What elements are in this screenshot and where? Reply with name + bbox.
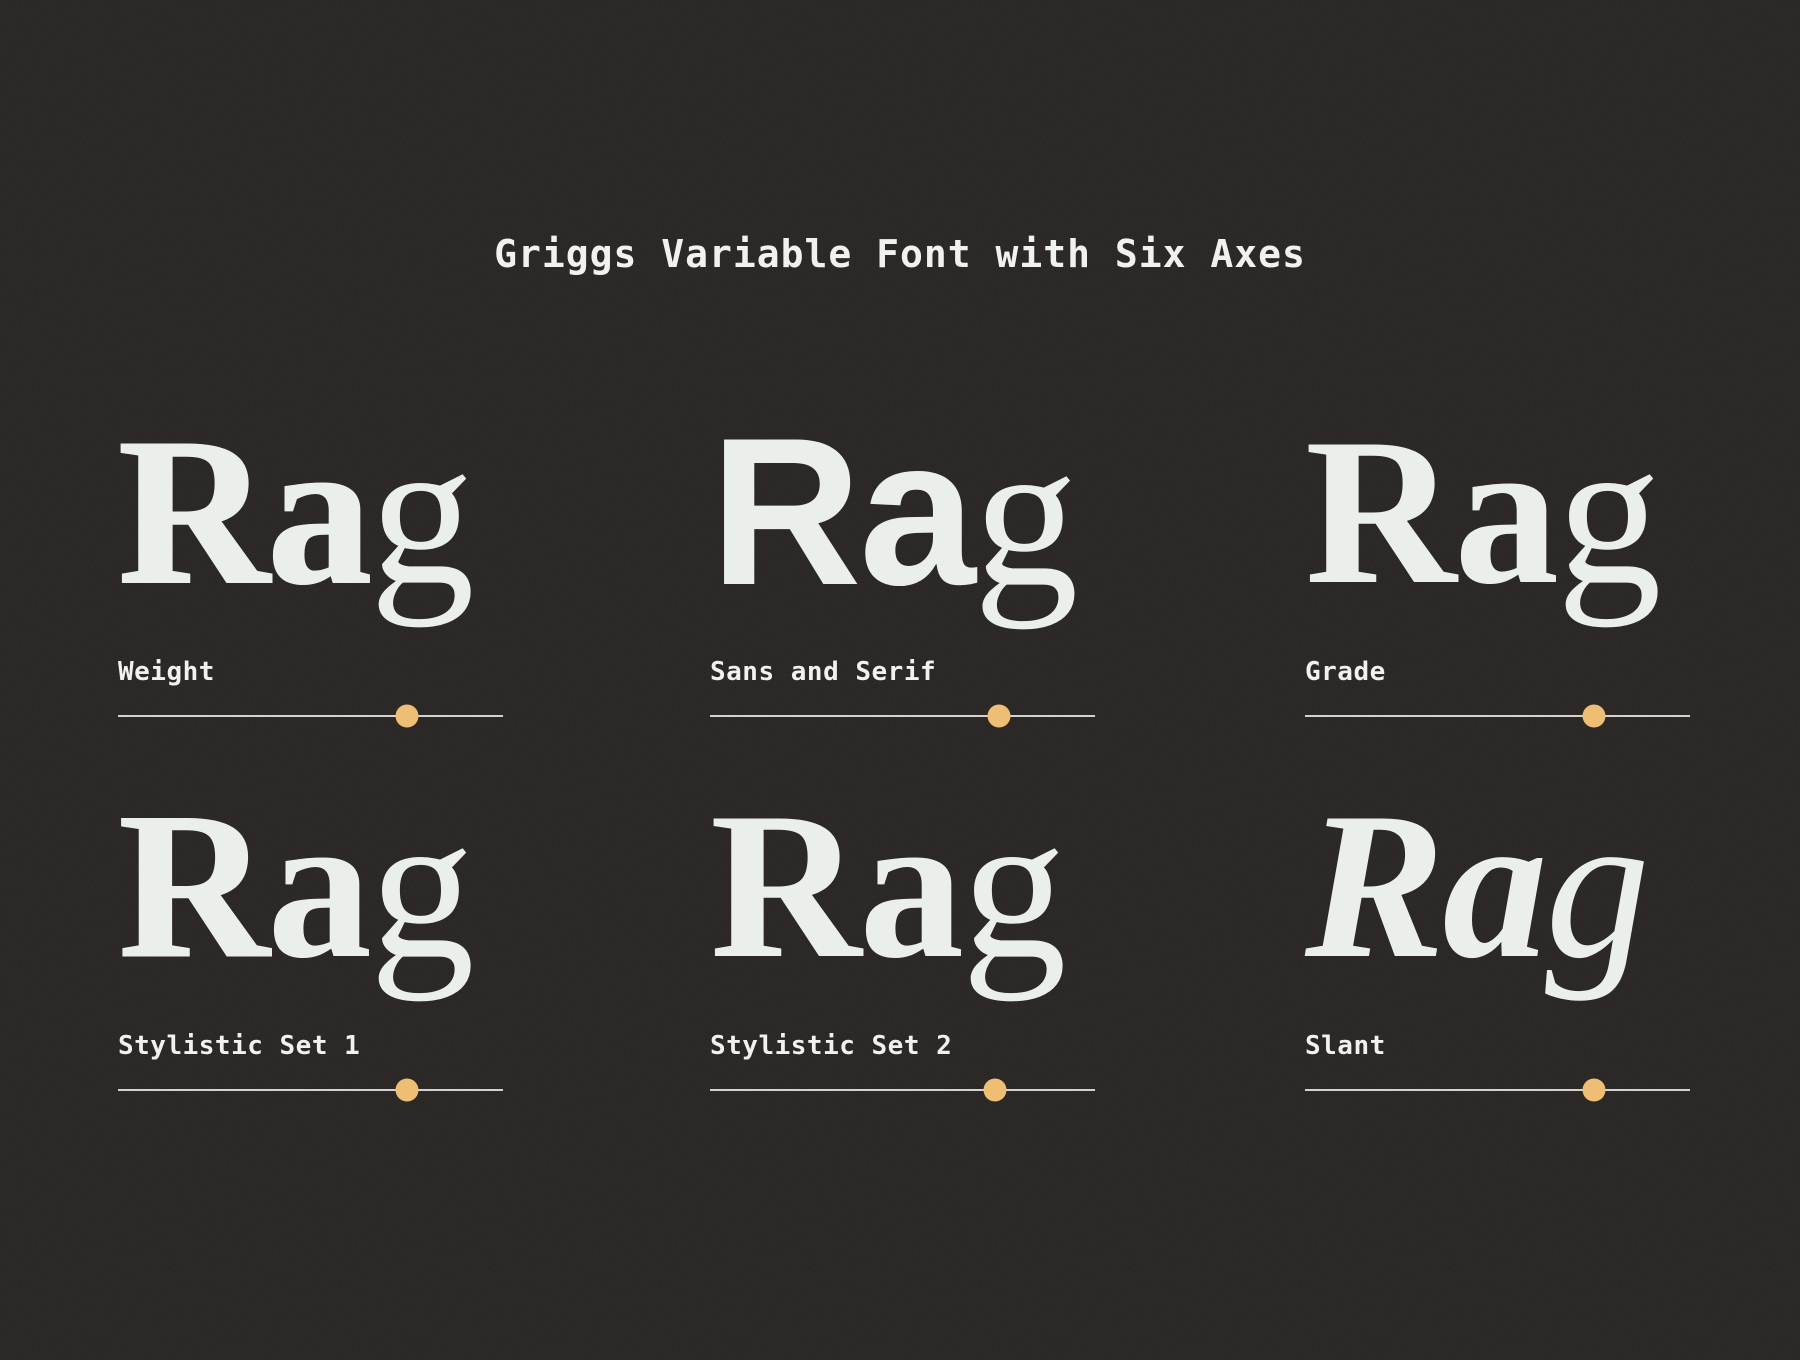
- axis-slider-track-sans-and-serif[interactable]: [710, 715, 1095, 717]
- specimen-rag-weight: Rag: [118, 412, 503, 612]
- axis-card-slant: Rag Slant: [1305, 786, 1690, 1091]
- specimen-letter: R: [118, 786, 267, 986]
- specimen-letter: a: [859, 412, 973, 612]
- axis-label-stylistic-set-1: Stylistic Set 1: [118, 1031, 503, 1061]
- specimen-rag-stylistic-set-2: Rag: [710, 786, 1095, 986]
- font-specimen-poster: Griggs Variable Font with Six Axes Rag W…: [0, 0, 1800, 1360]
- specimen-letter: R: [118, 412, 267, 612]
- specimen-rag-stylistic-set-1: Rag: [118, 786, 503, 986]
- specimen-letter: g: [1557, 412, 1659, 612]
- specimen-letter: g: [962, 786, 1064, 986]
- specimen-letter: a: [267, 786, 369, 986]
- specimen-rag-slant: Rag: [1305, 786, 1690, 986]
- axis-slider-handle-grade[interactable]: [1582, 705, 1605, 728]
- axis-slider-track-slant[interactable]: [1305, 1089, 1690, 1091]
- specimen-letter: g: [973, 414, 1075, 614]
- axis-card-grade: Rag Grade: [1305, 412, 1690, 717]
- specimen-rag-sans-and-serif: Rag: [710, 412, 1095, 612]
- axis-card-weight: Rag Weight: [118, 412, 503, 717]
- specimen-letter: R: [1305, 412, 1454, 612]
- axis-card-stylistic-set-2: Rag Stylistic Set 2: [710, 786, 1095, 1091]
- axis-label-weight: Weight: [118, 657, 503, 687]
- axis-slider-handle-slant[interactable]: [1582, 1079, 1605, 1102]
- axis-slider-handle-weight[interactable]: [395, 705, 418, 728]
- specimen-letter: a: [1443, 786, 1545, 986]
- specimen-letter: g: [370, 786, 472, 986]
- specimen-letter: a: [859, 786, 961, 986]
- axis-card-sans-and-serif: Rag Sans and Serif: [710, 412, 1095, 717]
- specimen-letter: g: [1545, 786, 1647, 986]
- axis-label-sans-and-serif: Sans and Serif: [710, 657, 1095, 687]
- axis-slider-track-stylistic-set-2[interactable]: [710, 1089, 1095, 1091]
- axis-label-grade: Grade: [1305, 657, 1690, 687]
- axis-label-stylistic-set-2: Stylistic Set 2: [710, 1031, 1095, 1061]
- specimen-letter: R: [710, 786, 859, 986]
- specimen-letter: a: [1454, 412, 1556, 612]
- axis-card-stylistic-set-1: Rag Stylistic Set 1: [118, 786, 503, 1091]
- axis-slider-track-grade[interactable]: [1305, 715, 1690, 717]
- specimen-letter: g: [370, 412, 472, 612]
- specimen-letter: a: [267, 412, 369, 612]
- axis-slider-handle-stylistic-set-1[interactable]: [395, 1079, 418, 1102]
- axis-slider-track-weight[interactable]: [118, 715, 503, 717]
- specimen-letter: R: [710, 412, 859, 612]
- specimen-letter: R: [1305, 786, 1443, 986]
- axis-slider-handle-sans-and-serif[interactable]: [987, 705, 1010, 728]
- axis-slider-track-stylistic-set-1[interactable]: [118, 1089, 503, 1091]
- axis-slider-handle-stylistic-set-2[interactable]: [983, 1079, 1006, 1102]
- specimen-rag-grade: Rag: [1305, 412, 1690, 612]
- poster-title: Griggs Variable Font with Six Axes: [0, 232, 1800, 276]
- axis-label-slant: Slant: [1305, 1031, 1690, 1061]
